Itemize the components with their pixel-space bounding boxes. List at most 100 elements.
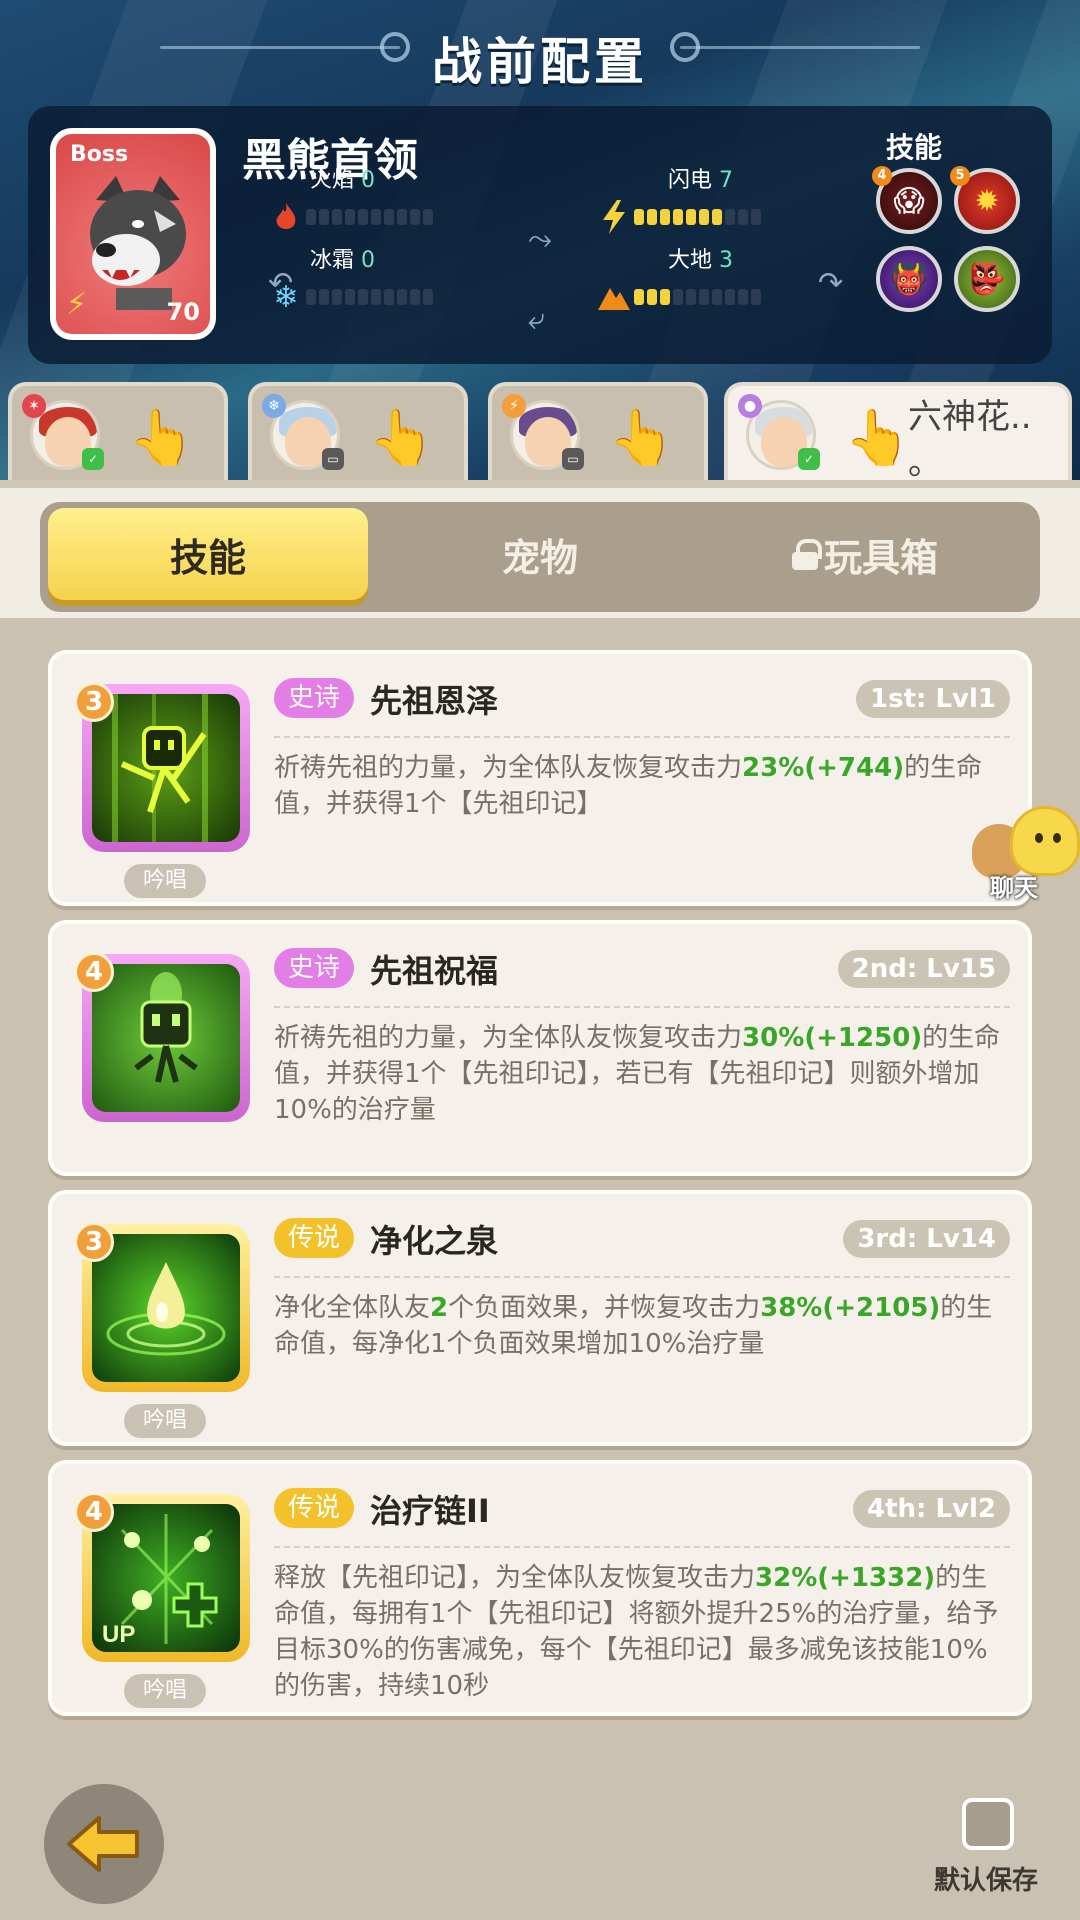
affinity-segment	[306, 289, 316, 305]
default-save-checkbox[interactable]	[962, 1798, 1014, 1850]
skill-card[interactable]: 3 吟唱 史诗 先祖恩泽 1st: Lvl1 祈祷先祖的力量，为全体队友恢复攻击…	[48, 650, 1032, 906]
cycle-arrow-icon: ⤶	[528, 302, 545, 337]
affinity-segment	[319, 209, 329, 225]
skill-card[interactable]: 4 UP 吟唱 传说 治疗链II 4th: Lvl2 释放【先祖印记】，为全体队…	[48, 1460, 1032, 1716]
affinity-segment	[647, 209, 657, 225]
gold-beast-skill-icon[interactable]: 👺	[954, 246, 1020, 312]
purify-spring-icon	[106, 1262, 226, 1356]
skill-badge: 4	[872, 166, 892, 186]
skill-name: 净化之泉	[370, 1222, 499, 1260]
skill-rank: 2nd: Lv15	[837, 950, 1010, 988]
affinity-segment	[738, 209, 748, 225]
affinity-segment	[358, 209, 368, 225]
affinity-segment	[332, 289, 342, 305]
lock-icon	[791, 539, 822, 570]
frost-affinity-bar	[306, 289, 433, 305]
divider	[274, 1006, 1010, 1008]
default-save-label: 默认保存	[934, 1866, 1039, 1896]
ancestor-grace-icon	[112, 694, 208, 842]
purple-beast-skill-icon[interactable]: 👹	[876, 246, 942, 312]
skill-description: 净化全体队友2个负面效果，并恢复攻击力38%(+2105)的生命值，每净化1个负…	[274, 1293, 993, 1359]
hero-tab-3[interactable]: ⚡ ▭ 👆	[488, 382, 708, 480]
fire-affinity-bar	[306, 209, 433, 225]
affinity-segment	[686, 289, 696, 305]
chant-tag: 吟唱	[124, 864, 206, 898]
affinity-segment	[345, 289, 355, 305]
ready-status-icon: ✓	[798, 448, 820, 470]
black-bear-icon	[90, 176, 186, 310]
element-frost: 冰霜 0 ❄	[270, 242, 433, 315]
tap-hand-icon: 👆	[368, 406, 436, 469]
skill-card[interactable]: 3 吟唱 传说 净化之泉 3rd: Lv14 净化全体队友2个负面效果，并恢复攻…	[48, 1190, 1032, 1446]
skill-list[interactable]: 3 吟唱 史诗 先祖恩泽 1st: Lvl1 祈祷先祖的力量，为全体队友恢复攻击…	[0, 618, 1080, 1744]
skill-description: 释放【先祖印记】，为全体队友恢复攻击力32%(+1332)的生命值，每拥有1个【…	[274, 1563, 999, 1701]
affinity-segment	[699, 289, 709, 305]
lightning-icon: ⚡	[66, 287, 88, 322]
affinity-segment	[660, 209, 670, 225]
skill-card[interactable]: 4 史诗 先祖祝福 2nd: Lv15 祈祷先祖的力量，为全体队友恢复攻击力30…	[48, 920, 1032, 1176]
affinity-segment	[319, 289, 329, 305]
affinity-segment	[371, 209, 381, 225]
divider	[274, 736, 1010, 738]
fire-element-icon: ✶	[22, 394, 46, 418]
rarity-badge: 史诗	[274, 678, 355, 718]
affinity-segment	[634, 289, 644, 305]
header-background: 战前配置 Boss ⚡ 70 黑熊首领 火焰 0 闪电 7 冰霜 0 ❄ 大地 …	[0, 0, 1080, 480]
earth-affinity-bar	[634, 289, 761, 305]
tab-pet[interactable]: 宠物	[380, 508, 700, 600]
element-fire: 火焰 0	[270, 162, 433, 234]
slot-badge: 3	[74, 1216, 114, 1264]
boss-portrait[interactable]: Boss ⚡ 70	[50, 128, 216, 340]
element-lightning: 闪电 7	[598, 162, 761, 234]
flame-icon	[270, 200, 302, 234]
boss-info-panel: Boss ⚡ 70 黑熊首领 火焰 0 闪电 7 冰霜 0 ❄ 大地 3 ⤳ ⤶…	[28, 106, 1052, 364]
affinity-segment	[725, 289, 735, 305]
arcane-element-icon: ●	[738, 394, 762, 418]
lightning-icon	[598, 200, 630, 234]
tab-toybox[interactable]: 玩具箱	[700, 508, 1030, 600]
slot-badge: 4	[74, 1486, 114, 1534]
tap-hand-icon: 👆	[844, 406, 912, 469]
cycle-arrow-icon: ↷	[818, 266, 844, 301]
tap-hand-icon: 👆	[128, 406, 196, 469]
chat-button[interactable]: 聊天	[972, 800, 1080, 902]
affinity-segment	[699, 209, 709, 225]
affinity-segment	[423, 289, 433, 305]
affinity-segment	[725, 209, 735, 225]
affinity-segment	[647, 289, 657, 305]
hero-tab-4-active[interactable]: ● ✓ 👆 六神花.. 。	[724, 382, 1072, 480]
cycle-arrow-icon: ↶	[268, 266, 294, 301]
rarity-badge: 传说	[274, 1488, 355, 1528]
chant-tag: 吟唱	[124, 1404, 206, 1438]
affinity-segment	[751, 209, 761, 225]
ready-status-icon: ✓	[82, 448, 104, 470]
divider	[274, 1276, 1010, 1278]
red-claw-skill-icon[interactable]: 5 ✹	[950, 166, 1020, 234]
chat-label: 聊天	[990, 874, 1038, 902]
hero-tab-2[interactable]: ❄ ▭ 👆	[248, 382, 468, 480]
skill-badge: 5	[950, 166, 970, 186]
affinity-segment	[345, 209, 355, 225]
idle-status-icon: ▭	[322, 448, 344, 470]
cycle-arrow-icon: ⤳	[528, 222, 552, 257]
rarity-badge: 史诗	[274, 948, 355, 988]
hero-tab-1[interactable]: ✶ ✓ 👆	[8, 382, 228, 480]
hero-tabs: ✶ ✓ 👆 ❄ ▭ 👆 ⚡ ▭ 👆 ● ✓ 👆 六神花.. 。	[0, 382, 1080, 480]
affinity-segment	[306, 209, 316, 225]
affinity-segment	[397, 289, 407, 305]
lightning-element-icon: ⚡	[502, 394, 526, 418]
frost-element-icon: ❄	[262, 394, 286, 418]
affinity-segment	[738, 289, 748, 305]
category-tabs-bar: 技能 宠物 玩具箱	[0, 488, 1080, 618]
skill-name: 治疗链II	[370, 1492, 490, 1530]
skill-rank: 1st: Lvl1	[856, 680, 1010, 718]
divider	[274, 1546, 1010, 1548]
back-button[interactable]	[44, 1784, 164, 1904]
affinity-segment	[634, 209, 644, 225]
tab-skill[interactable]: 技能	[48, 508, 368, 600]
title-ornament-right	[670, 32, 920, 62]
wolf-roar-skill-icon[interactable]: 4 😱	[872, 166, 942, 234]
affinity-segment	[371, 289, 381, 305]
skill-description: 祈祷先祖的力量，为全体队友恢复攻击力23%(+744)的生命值，并获得1个【先祖…	[274, 753, 983, 819]
affinity-segment	[660, 289, 670, 305]
